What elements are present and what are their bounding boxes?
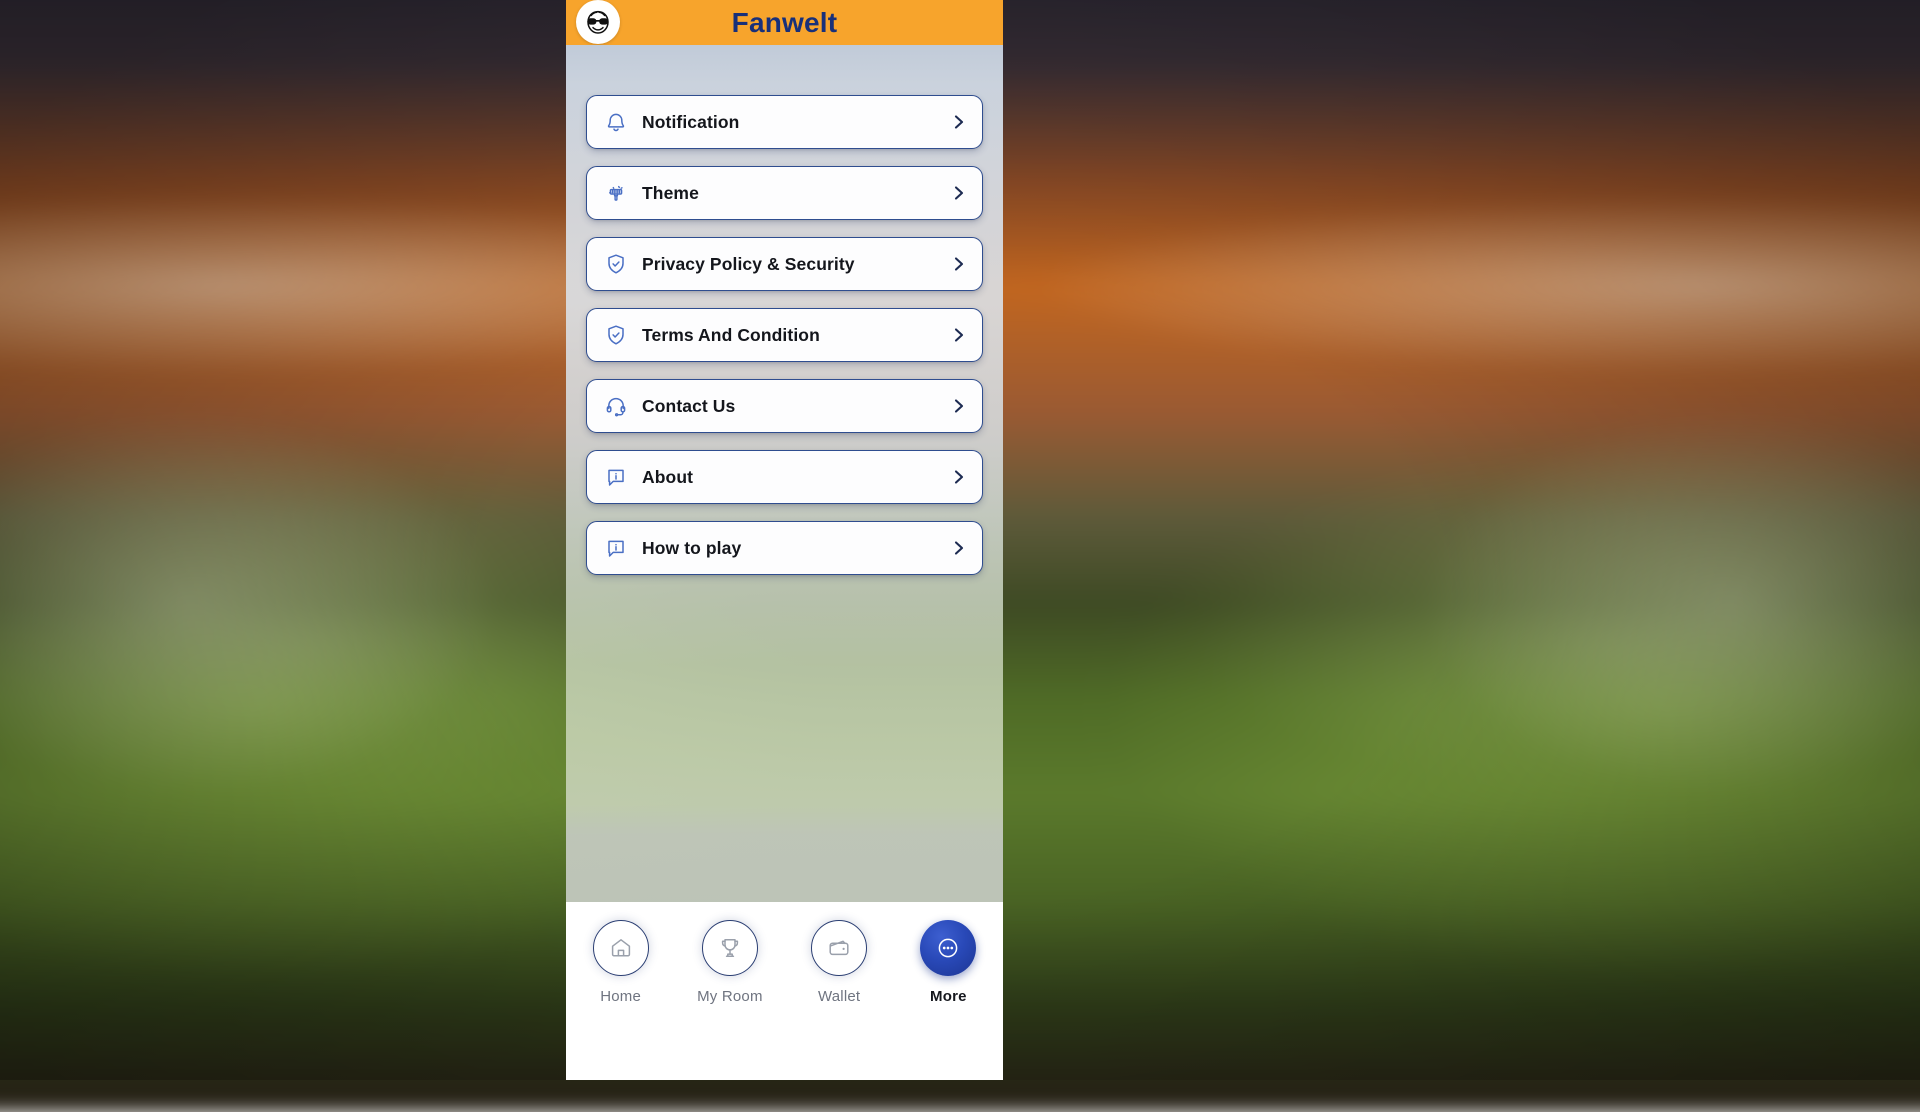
- menu-item-how-to-play[interactable]: How to play: [586, 521, 983, 575]
- chevron-right-icon[interactable]: [950, 466, 968, 488]
- chevron-right-icon[interactable]: [950, 324, 968, 346]
- settings-list: Notification Theme: [566, 45, 1003, 902]
- nav-item-more[interactable]: More: [902, 920, 994, 1005]
- menu-item-terms-and-condition[interactable]: Terms And Condition: [586, 308, 983, 362]
- nav-item-label: My Room: [697, 988, 763, 1005]
- more-dots-icon[interactable]: [920, 920, 976, 976]
- nav-item-label: More: [930, 988, 967, 1005]
- shield-check-icon: [603, 322, 629, 348]
- nav-item-my-room[interactable]: My Room: [684, 920, 776, 1005]
- menu-item-label: Privacy Policy & Security: [642, 254, 950, 275]
- paintbrush-icon: [603, 180, 629, 206]
- menu-item-privacy-policy-security[interactable]: Privacy Policy & Security: [586, 237, 983, 291]
- nav-item-label: Home: [600, 988, 641, 1005]
- menu-item-label: Contact Us: [642, 396, 950, 417]
- sunglasses-face-logo-icon[interactable]: [576, 0, 620, 44]
- info-bubble-icon: [603, 535, 629, 561]
- headset-icon: [603, 393, 629, 419]
- bell-icon: [603, 109, 629, 135]
- nav-item-label: Wallet: [818, 988, 860, 1005]
- menu-item-label: Notification: [642, 112, 950, 133]
- menu-item-label: How to play: [642, 538, 950, 559]
- menu-item-notification[interactable]: Notification: [586, 95, 983, 149]
- wallet-icon[interactable]: [811, 920, 867, 976]
- chevron-right-icon[interactable]: [950, 395, 968, 417]
- info-bubble-icon: [603, 464, 629, 490]
- nav-item-wallet[interactable]: Wallet: [793, 920, 885, 1005]
- nav-item-home[interactable]: Home: [575, 920, 667, 1005]
- chevron-right-icon[interactable]: [950, 182, 968, 204]
- menu-item-contact-us[interactable]: Contact Us: [586, 379, 983, 433]
- trophy-icon[interactable]: [702, 920, 758, 976]
- chevron-right-icon[interactable]: [950, 537, 968, 559]
- bottom-navigation-bar: Home My Room: [566, 902, 1003, 1080]
- chevron-right-icon[interactable]: [950, 111, 968, 133]
- menu-item-label: About: [642, 467, 950, 488]
- menu-item-label: Theme: [642, 183, 950, 204]
- home-icon[interactable]: [593, 920, 649, 976]
- app-header: Fanwelt: [566, 0, 1003, 45]
- menu-item-theme[interactable]: Theme: [586, 166, 983, 220]
- page-title: Fanwelt: [566, 0, 1003, 45]
- shield-check-icon: [603, 251, 629, 277]
- app-viewport: Fanwelt Notification: [566, 0, 1003, 1080]
- menu-item-about[interactable]: About: [586, 450, 983, 504]
- menu-item-label: Terms And Condition: [642, 325, 950, 346]
- chevron-right-icon[interactable]: [950, 253, 968, 275]
